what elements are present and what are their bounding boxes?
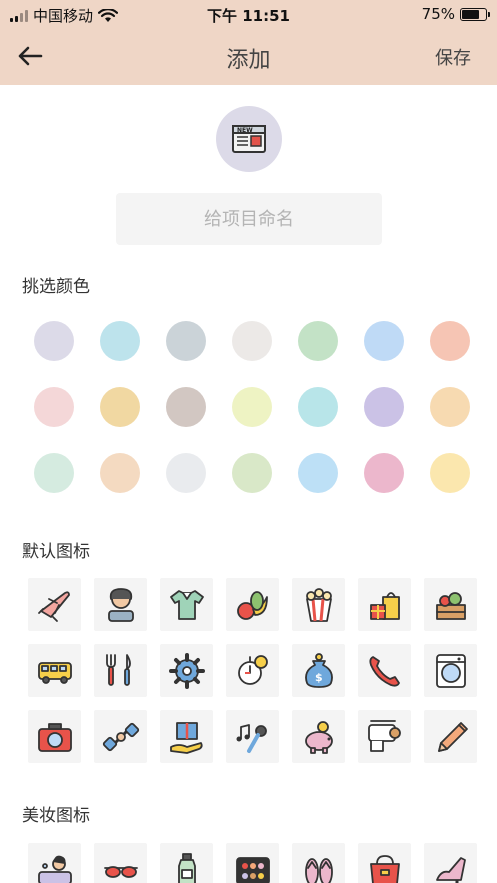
flip-flops-icon — [304, 857, 333, 883]
svg-text:NEW: NEW — [237, 127, 253, 134]
color-swatch[interactable] — [34, 321, 74, 361]
project-icon-picker[interactable]: NEW — [216, 106, 282, 172]
color-swatch[interactable] — [430, 453, 470, 493]
icon-tile[interactable] — [94, 578, 147, 631]
color-swatch[interactable] — [232, 387, 272, 427]
icon-tile[interactable] — [28, 710, 81, 763]
pencil-icon — [437, 721, 468, 752]
stopwatch-coin-icon — [237, 654, 268, 685]
top-bar: 中国移动 下午 11:51 75% 添加 保存 — [0, 0, 497, 85]
icon-tile[interactable] — [358, 843, 411, 883]
icon-tile[interactable] — [424, 644, 477, 697]
sunglasses-icon — [103, 865, 138, 878]
gear-icon — [168, 652, 205, 689]
color-swatch[interactable] — [298, 321, 338, 361]
svg-text:$: $ — [315, 671, 323, 684]
project-name-input[interactable] — [116, 193, 382, 245]
color-swatch[interactable] — [364, 387, 404, 427]
gift-shopping-icon — [369, 591, 400, 620]
icon-tile[interactable] — [28, 843, 81, 883]
color-swatch[interactable] — [430, 387, 470, 427]
popcorn-icon — [305, 587, 332, 622]
polo-shirt-icon — [169, 589, 204, 620]
navigation-bar: 添加 保存 — [0, 36, 497, 76]
color-swatch[interactable] — [298, 387, 338, 427]
icon-tile[interactable] — [94, 710, 147, 763]
high-heel-icon — [435, 856, 466, 883]
color-swatch[interactable] — [364, 453, 404, 493]
icon-tile[interactable] — [424, 578, 477, 631]
icon-tile[interactable] — [226, 644, 279, 697]
default-icon-grid: $ — [28, 578, 483, 763]
icon-tile[interactable] — [94, 644, 147, 697]
color-swatch[interactable] — [232, 321, 272, 361]
icon-tile[interactable] — [424, 843, 477, 883]
dumbbell-icon — [102, 722, 139, 751]
color-swatch[interactable] — [166, 453, 206, 493]
status-bar: 中国移动 下午 11:51 75% — [0, 0, 497, 28]
default-icons-heading: 默认图标 — [22, 542, 90, 562]
bus-icon — [37, 661, 72, 684]
color-swatch[interactable] — [100, 453, 140, 493]
handbag-icon — [369, 854, 400, 883]
makeup-icon-grid — [28, 843, 483, 883]
page-title: 添加 — [226, 48, 271, 73]
icon-tile[interactable] — [226, 578, 279, 631]
battery-percent: 75% — [421, 5, 455, 23]
person-portrait-icon — [107, 587, 134, 622]
gift-hand-icon — [169, 721, 203, 754]
icon-tile[interactable] — [94, 843, 147, 883]
lotion-bottle-icon — [177, 852, 196, 883]
icon-tile[interactable]: $ — [292, 644, 345, 697]
eyeshadow-palette-icon — [235, 856, 270, 883]
fruit-icon — [236, 590, 268, 620]
cutlery-icon — [105, 653, 131, 686]
color-swatch[interactable] — [34, 453, 74, 493]
icon-tile[interactable] — [358, 644, 411, 697]
camera-icon — [37, 722, 72, 752]
color-swatch[interactable] — [100, 321, 140, 361]
color-swatch[interactable] — [364, 321, 404, 361]
vegetable-crate-icon — [435, 591, 466, 620]
icon-tile[interactable] — [226, 843, 279, 883]
music-microphone-icon — [236, 723, 267, 753]
color-swatch[interactable] — [232, 453, 272, 493]
icon-tile[interactable] — [292, 578, 345, 631]
color-swatch[interactable] — [298, 453, 338, 493]
icon-tile[interactable] — [358, 710, 411, 763]
color-swatch[interactable] — [166, 321, 206, 361]
battery-group: 75% — [421, 5, 490, 23]
toilet-paper-icon — [367, 719, 401, 752]
icon-tile[interactable] — [28, 644, 81, 697]
icon-tile[interactable] — [292, 843, 345, 883]
bath-person-icon — [37, 855, 72, 883]
icon-tile[interactable] — [160, 644, 213, 697]
color-swatch[interactable] — [430, 321, 470, 361]
icon-tile[interactable] — [28, 578, 81, 631]
airplane-icon — [37, 590, 70, 622]
newspaper-icon: NEW — [232, 125, 266, 153]
icon-tile[interactable] — [160, 710, 213, 763]
phone-icon — [368, 655, 400, 687]
icon-tile[interactable] — [424, 710, 477, 763]
icon-tile[interactable] — [292, 710, 345, 763]
icon-tile[interactable] — [226, 710, 279, 763]
save-button[interactable]: 保存 — [435, 44, 471, 70]
color-swatch[interactable] — [34, 387, 74, 427]
money-bag-icon: $ — [304, 652, 333, 688]
battery-icon — [460, 7, 490, 21]
icon-tile[interactable] — [160, 843, 213, 883]
washing-machine-icon — [435, 653, 466, 688]
color-swatch[interactable] — [166, 387, 206, 427]
icon-tile[interactable] — [160, 578, 213, 631]
color-swatch[interactable] — [100, 387, 140, 427]
piggy-bank-icon — [304, 720, 333, 754]
icon-tile[interactable] — [358, 578, 411, 631]
makeup-icons-heading: 美妆图标 — [22, 806, 90, 826]
pick-color-heading: 挑选颜色 — [22, 277, 90, 297]
